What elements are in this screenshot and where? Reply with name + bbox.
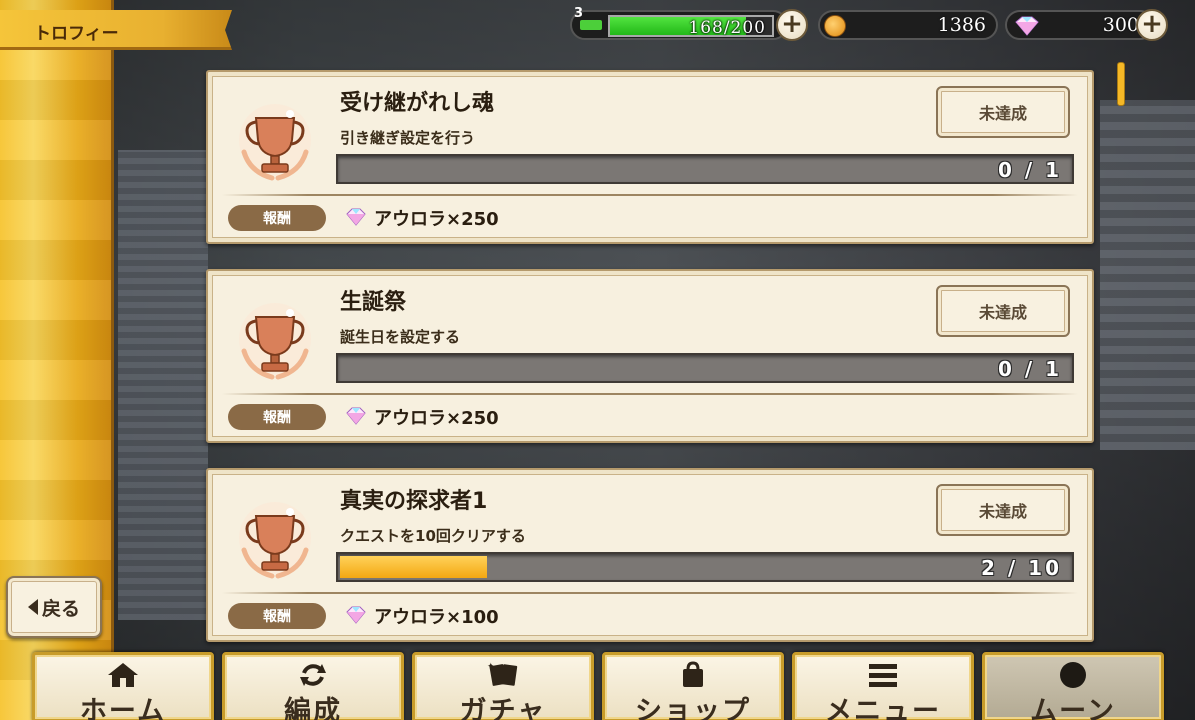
reward-badge: 報酬 [228,404,326,430]
moon-icon [1056,661,1090,689]
trophy-progress-text: 0 / 1 [997,158,1062,182]
stamina-level: 3 [574,6,584,21]
reward-text: アウロラ×250 [374,408,499,429]
stamina-gauge: 3 168/200 [570,6,788,40]
card-divider [222,194,1078,196]
page-title: トロフィー [34,24,119,44]
nav-button-home[interactable]: ホーム [32,652,214,720]
trophy-description: クエストを10回クリアする [340,527,526,545]
trophy-description: 誕生日を設定する [340,328,461,346]
trophy-progress-fill [340,556,487,578]
trophy-description: 引き継ぎ設定を行う [340,129,476,147]
nav-button-refresh[interactable]: 編成 [222,652,404,720]
trophy-status-button[interactable]: 未達成 [936,285,1070,337]
trophy-progress-bar: 2 / 10 [336,552,1074,582]
trophy-card: 真実の探求者1 クエストを10回クリアする 未達成 2 / 10 報酬 アウロラ… [206,468,1094,642]
nav-button-moon[interactable]: ムーン [982,652,1164,720]
stamina-icon [580,20,602,30]
card-divider [222,393,1078,395]
nav-button-bag[interactable]: ショップ [602,652,784,720]
home-icon [106,661,140,689]
card-divider [222,592,1078,594]
stamina-bar: 168/200 [608,15,774,38]
trophy-title: 生誕祭 [340,290,407,315]
aurora-gem-icon [344,208,368,226]
stamina-plus-button[interactable]: + [776,9,808,41]
coin-icon [824,15,846,37]
aurora-gem-icon [344,407,368,425]
aurora-gem-icon [344,606,368,624]
reward-text: アウロラ×250 [374,209,499,230]
nav-label: 編成 [284,696,342,720]
bag-icon [676,661,710,689]
reward-text: アウロラ×100 [374,607,499,628]
gem-count: 300 [1102,14,1139,36]
trophy-card: 受け継がれし魂 引き継ぎ設定を行う 未達成 0 / 1 報酬 アウロラ×250 [206,70,1094,244]
reward-badge: 報酬 [228,205,326,231]
back-arrow-icon [27,599,38,615]
gem-icon [1015,16,1039,36]
nav-label: ムーン [1030,696,1116,720]
trophy-title: 受け継がれし魂 [340,91,495,116]
trophy-cup-icon [232,100,318,186]
gem-counter: 300 [1005,10,1155,40]
trophy-cup-icon [232,498,318,584]
nav-button-menu[interactable]: メニュー [792,652,974,720]
trophy-cup-icon [232,299,318,385]
back-button[interactable]: 戻る [6,576,102,638]
svg-text:✦: ✦ [487,662,495,672]
trophy-progress-text: 0 / 1 [997,357,1062,381]
scrollbar[interactable] [1117,62,1125,106]
page-title-banner: トロフィー [0,10,232,50]
background-window-right [1100,100,1195,450]
refresh-icon [296,661,330,689]
coin-counter: 1386 [818,10,998,40]
nav-label: ショップ [635,696,751,720]
stamina-text: 168/200 [688,18,766,38]
reward-badge: 報酬 [228,603,326,629]
status-bar: 3 168/200 + 1386 300 + [570,6,1195,42]
background-window [118,150,208,620]
trophy-title: 真実の探求者1 [340,489,488,514]
coin-count: 1386 [937,14,986,36]
menu-icon [866,661,900,689]
trophy-status-button[interactable]: 未達成 [936,86,1070,138]
gem-plus-button[interactable]: + [1136,9,1168,41]
nav-label: メニュー [825,696,941,720]
trophy-progress-bar: 0 / 1 [336,154,1074,184]
trophy-progress-bar: 0 / 1 [336,353,1074,383]
nav-label: ホーム [79,696,167,720]
cards-icon: ✦ [486,661,520,689]
back-button-label: 戻る [41,597,80,620]
bottom-nav: ホーム 編成 ✦ ガチャ ショップ メニュー ムーン [0,650,1195,720]
trophy-card: 生誕祭 誕生日を設定する 未達成 0 / 1 報酬 アウロラ×250 [206,269,1094,443]
trophy-progress-text: 2 / 10 [981,556,1062,580]
trophy-status-button[interactable]: 未達成 [936,484,1070,536]
nav-button-cards[interactable]: ✦ ガチャ [412,652,594,720]
nav-label: ガチャ [459,696,547,720]
